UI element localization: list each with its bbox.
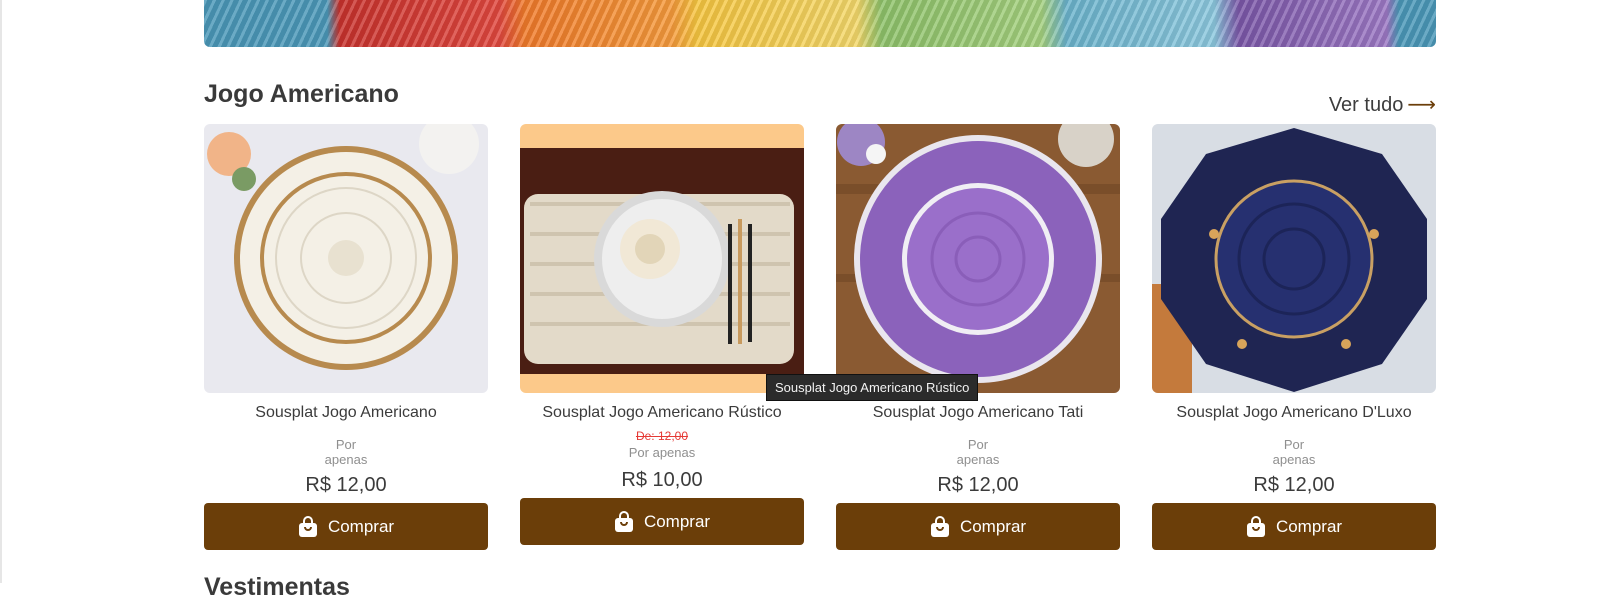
product-name[interactable]: Sousplat Jogo Americano D'Luxo — [1152, 404, 1436, 422]
buy-button-label: Comprar — [643, 511, 711, 531]
product-image[interactable] — [520, 124, 804, 393]
price-prefix-apenas: apenas — [324, 452, 368, 467]
price-prefix-apenas: apenas — [956, 452, 1000, 467]
price-prefix: Por apenas — [628, 445, 696, 460]
product-image[interactable] — [204, 124, 488, 393]
view-all-label: Ver tudo — [1328, 94, 1404, 116]
product-image[interactable] — [836, 124, 1120, 393]
product-card: Sousplat Jogo Americano Rústico De: 12,0… — [520, 124, 804, 554]
product-name[interactable]: Sousplat Jogo Americano Rústico — [520, 404, 804, 422]
price-prefix: Por — [967, 437, 989, 452]
price-prefix: Por — [1283, 437, 1305, 452]
buy-button-label: Comprar — [327, 516, 395, 536]
product-name[interactable]: Sousplat Jogo Americano Tati — [836, 404, 1120, 422]
old-price: De: 12,00 — [635, 429, 689, 443]
product-price: R$ 12,00 — [1253, 474, 1335, 496]
buy-button[interactable]: Comprar — [520, 498, 804, 545]
product-image[interactable] — [1152, 124, 1436, 393]
price-prefix: Por — [335, 437, 357, 452]
shopping-bag-icon — [930, 515, 950, 538]
price-prefix-apenas: apenas — [1272, 452, 1316, 467]
product-card: Sousplat Jogo Americano D'Luxo Por apena… — [1152, 124, 1436, 554]
shopping-bag-icon — [614, 510, 634, 533]
product-grid: Sousplat Jogo Americano Por apenas R$ 12… — [204, 124, 1436, 554]
shopping-bag-icon — [1246, 515, 1266, 538]
product-name-tooltip: Sousplat Jogo Americano Rústico — [766, 374, 979, 401]
buy-button[interactable]: Comprar — [836, 503, 1120, 550]
buy-button[interactable]: Comprar — [1152, 503, 1436, 550]
product-card: Sousplat Jogo Americano Por apenas R$ 12… — [204, 124, 488, 554]
arrow-right-icon: ⟶ — [1407, 94, 1436, 116]
product-price: R$ 10,00 — [621, 469, 703, 491]
section-title: Jogo Americano — [204, 80, 399, 108]
buy-button[interactable]: Comprar — [204, 503, 488, 550]
product-card: Sousplat Jogo Americano Tati Por apenas … — [836, 124, 1120, 554]
view-all-link[interactable]: Ver tudo ⟶ — [1329, 92, 1436, 117]
product-name[interactable]: Sousplat Jogo Americano — [204, 404, 488, 422]
next-section-title: Vestimentas — [204, 573, 350, 601]
yarn-banner — [204, 0, 1436, 47]
buy-button-label: Comprar — [959, 516, 1027, 536]
shopping-bag-icon — [298, 515, 318, 538]
buy-button-label: Comprar — [1275, 516, 1343, 536]
product-price: R$ 12,00 — [937, 474, 1019, 496]
page-left-border — [0, 0, 2, 583]
product-price: R$ 12,00 — [305, 474, 387, 496]
